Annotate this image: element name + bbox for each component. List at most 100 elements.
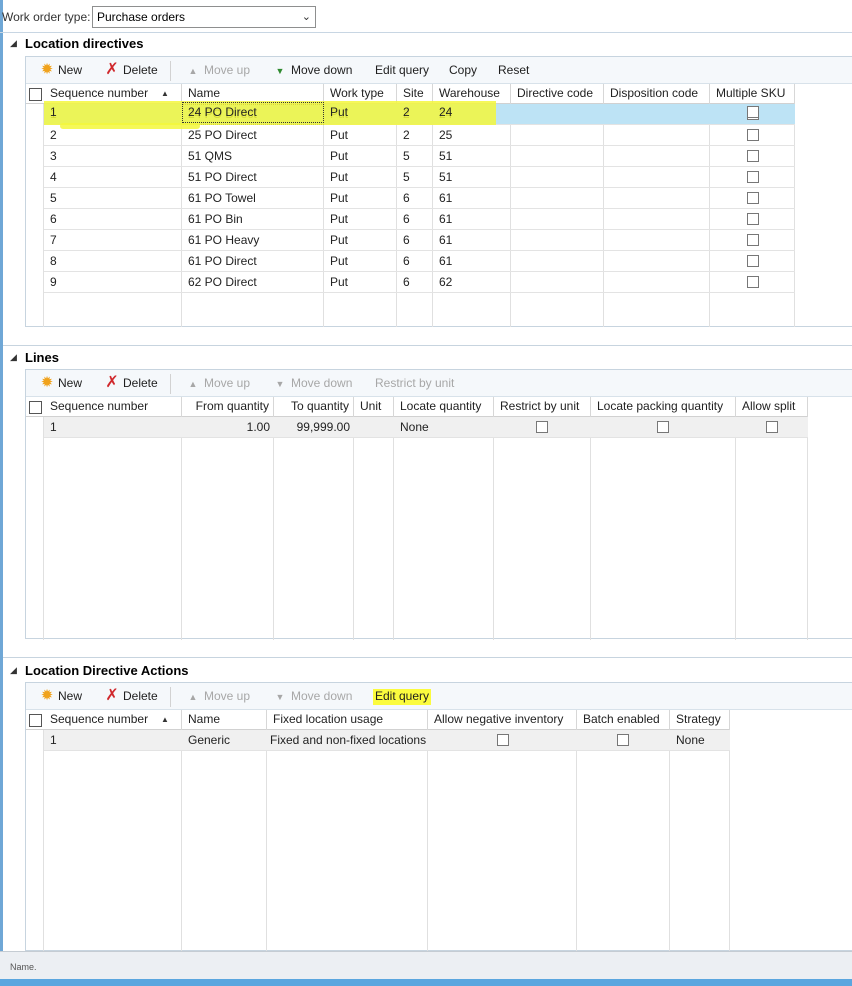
cell-name[interactable]: 51 PO Direct	[182, 167, 324, 188]
cell-sequence-number[interactable]: 7	[44, 230, 182, 251]
new-button[interactable]: ✹ New	[40, 62, 82, 79]
cell-work-type[interactable]: Put	[324, 102, 397, 123]
col-fixed-location-usage[interactable]: Fixed location usage	[267, 710, 428, 730]
edit-query-button[interactable]: Edit query	[375, 63, 429, 79]
cell-site[interactable]: 6	[397, 272, 433, 293]
cell-fixed-location-usage[interactable]: Fixed and non-fixed locations	[264, 730, 429, 751]
batch-enabled-checkbox[interactable]	[617, 734, 629, 746]
table-row[interactable]: 4 51 PO Direct Put 5 51	[44, 167, 795, 188]
cell-name[interactable]: 61 PO Direct	[182, 251, 324, 272]
col-disposition-code[interactable]: Disposition code	[604, 84, 710, 104]
move-up-button[interactable]: ▲ Move up	[186, 689, 251, 705]
cell-work-type[interactable]: Put	[324, 125, 397, 146]
cell-work-type[interactable]: Put	[324, 188, 397, 209]
table-row[interactable]: 6 61 PO Bin Put 6 61	[44, 209, 795, 230]
delete-button[interactable]: ✗ Delete	[105, 375, 157, 392]
select-all-checkbox[interactable]	[29, 714, 42, 727]
move-up-button[interactable]: ▲ Move up	[186, 63, 251, 79]
cell-strategy[interactable]: None	[670, 730, 730, 751]
multiple-sku-checkbox[interactable]	[747, 192, 759, 204]
cell-directive-code[interactable]	[511, 125, 604, 146]
cell-site[interactable]: 6	[397, 209, 433, 230]
cell-site[interactable]: 5	[397, 146, 433, 167]
cell-disposition-code[interactable]	[604, 146, 710, 167]
col-restrict-by-unit[interactable]: Restrict by unit	[494, 397, 591, 417]
multiple-sku-checkbox[interactable]	[747, 234, 759, 246]
cell-directive-code[interactable]	[511, 230, 604, 251]
cell-name[interactable]: 61 PO Heavy	[182, 230, 324, 251]
col-locate-packing-quantity[interactable]: Locate packing quantity	[591, 397, 736, 417]
lines-header[interactable]: ◢ Lines	[0, 348, 852, 368]
col-unit[interactable]: Unit	[354, 397, 394, 417]
cell-disposition-code[interactable]	[604, 125, 710, 146]
col-allow-negative-inventory[interactable]: Allow negative inventory	[428, 710, 577, 730]
cell-warehouse[interactable]: 61	[433, 251, 511, 272]
col-strategy[interactable]: Strategy	[670, 710, 730, 730]
cell-directive-code[interactable]	[511, 209, 604, 230]
col-from-quantity[interactable]: From quantity	[182, 397, 274, 417]
cell-disposition-code[interactable]	[604, 188, 710, 209]
table-row[interactable]: 9 62 PO Direct Put 6 62	[44, 272, 795, 293]
cell-warehouse[interactable]: 62	[433, 272, 511, 293]
cell-name[interactable]: 62 PO Direct	[182, 272, 324, 293]
move-up-button[interactable]: ▲ Move up	[186, 376, 251, 392]
move-down-button[interactable]: ▼ Move down	[273, 376, 353, 392]
edit-query-button[interactable]: Edit query	[373, 689, 432, 705]
cell-unit[interactable]	[354, 417, 394, 438]
col-to-quantity[interactable]: To quantity	[274, 397, 354, 417]
cell-locate-quantity[interactable]: None	[394, 417, 494, 438]
cell-site[interactable]: 2	[397, 125, 433, 146]
cell-disposition-code[interactable]	[604, 272, 710, 293]
cell-site[interactable]: 6	[397, 251, 433, 272]
cell-warehouse[interactable]: 25	[433, 125, 511, 146]
multiple-sku-checkbox[interactable]	[747, 150, 759, 162]
cell-name[interactable]: 51 QMS	[182, 146, 324, 167]
collapse-triangle-icon[interactable]: ◢	[10, 665, 17, 676]
location-directive-actions-header[interactable]: ◢ Location Directive Actions	[0, 661, 852, 681]
cell-sequence-number[interactable]: 9	[44, 272, 182, 293]
col-directive-code[interactable]: Directive code	[511, 84, 604, 104]
table-row[interactable]: 7 61 PO Heavy Put 6 61	[44, 230, 795, 251]
allow-negative-inventory-checkbox[interactable]	[497, 734, 509, 746]
sort-ascending-icon[interactable]: ▲	[161, 715, 169, 724]
cell-sequence-number[interactable]: 1	[44, 417, 182, 438]
cell-directive-code[interactable]	[511, 251, 604, 272]
table-row[interactable]: 5 61 PO Towel Put 6 61	[44, 188, 795, 209]
multiple-sku-checkbox[interactable]	[747, 213, 759, 225]
cell-warehouse[interactable]: 51	[433, 146, 511, 167]
cell-name[interactable]: 25 PO Direct	[182, 125, 324, 146]
cell-from-quantity[interactable]: 1.00	[182, 417, 274, 438]
restrict-by-unit-checkbox[interactable]	[536, 421, 548, 433]
cell-disposition-code[interactable]	[604, 230, 710, 251]
locate-packing-quantity-checkbox[interactable]	[657, 421, 669, 433]
cell-sequence-number[interactable]: 8	[44, 251, 182, 272]
work-order-type-select[interactable]: Purchase orders ⌄	[92, 6, 316, 28]
cell-disposition-code[interactable]	[604, 251, 710, 272]
col-name[interactable]: Name	[182, 710, 267, 730]
cell-site[interactable]: 2	[397, 102, 433, 123]
cell-site[interactable]: 5	[397, 167, 433, 188]
cell-site[interactable]: 6	[397, 188, 433, 209]
multiple-sku-checkbox[interactable]	[747, 106, 759, 118]
sort-ascending-icon[interactable]: ▲	[161, 89, 169, 98]
cell-work-type[interactable]: Put	[324, 209, 397, 230]
cell-name[interactable]: 24 PO Direct	[182, 102, 324, 123]
delete-button[interactable]: ✗ Delete	[105, 62, 157, 79]
cell-sequence-number[interactable]: 3	[44, 146, 182, 167]
cell-sequence-number[interactable]: 5	[44, 188, 182, 209]
cell-name[interactable]: Generic	[182, 730, 267, 751]
cell-directive-code[interactable]	[511, 167, 604, 188]
new-button[interactable]: ✹ New	[40, 688, 82, 705]
cell-name[interactable]: 61 PO Towel	[182, 188, 324, 209]
col-multiple-sku[interactable]: Multiple SKU	[710, 84, 795, 104]
cell-disposition-code[interactable]	[604, 209, 710, 230]
move-down-button[interactable]: ▼ Move down	[273, 689, 353, 705]
col-allow-split[interactable]: Allow split	[736, 397, 808, 417]
cell-directive-code[interactable]	[511, 146, 604, 167]
cell-warehouse[interactable]: 24	[433, 102, 511, 123]
collapse-triangle-icon[interactable]: ◢	[10, 352, 17, 363]
cell-warehouse[interactable]: 51	[433, 167, 511, 188]
reset-button[interactable]: Reset	[498, 63, 529, 79]
selected-row-overlay[interactable]: 1 24 PO Direct Put 2 24	[44, 102, 814, 123]
cell-work-type[interactable]: Put	[324, 230, 397, 251]
